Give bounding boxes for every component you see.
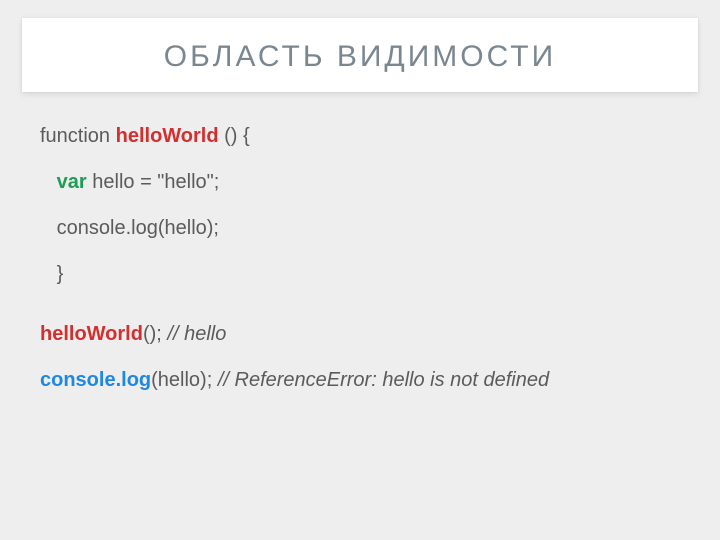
slide: ОБЛАСТЬ ВИДИМОСТИ function helloWorld ()… xyxy=(0,0,720,540)
code-indent xyxy=(40,171,57,193)
code-line-5: helloWorld(); // hello xyxy=(40,318,680,350)
code-line-3: console.log(hello); xyxy=(40,212,680,244)
code-line-4: } xyxy=(40,258,680,290)
keyword-var: var xyxy=(57,171,87,193)
blank-line xyxy=(40,304,680,318)
code-text: } xyxy=(40,263,63,285)
function-name: helloWorld xyxy=(116,125,219,147)
code-line-2: var hello = "hello"; xyxy=(40,166,680,198)
code-text: console.log(hello); xyxy=(40,217,219,239)
code-text: (hello); xyxy=(151,369,218,391)
code-text: function xyxy=(40,125,116,147)
slide-title: ОБЛАСТЬ ВИДИМОСТИ xyxy=(22,40,698,74)
console-log: console.log xyxy=(40,369,151,391)
code-text: (); xyxy=(143,323,167,345)
title-card: ОБЛАСТЬ ВИДИМОСТИ xyxy=(22,18,698,92)
function-call: helloWorld xyxy=(40,323,143,345)
code-text: () { xyxy=(219,125,250,147)
code-line-1: function helloWorld () { xyxy=(40,120,680,152)
code-line-6: console.log(hello); // ReferenceError: h… xyxy=(40,364,680,396)
comment: // ReferenceError: hello is not defined xyxy=(218,369,549,391)
code-block: function helloWorld () { var hello = "he… xyxy=(22,120,698,396)
comment: // hello xyxy=(167,323,226,345)
code-text: hello = "hello"; xyxy=(87,171,220,193)
